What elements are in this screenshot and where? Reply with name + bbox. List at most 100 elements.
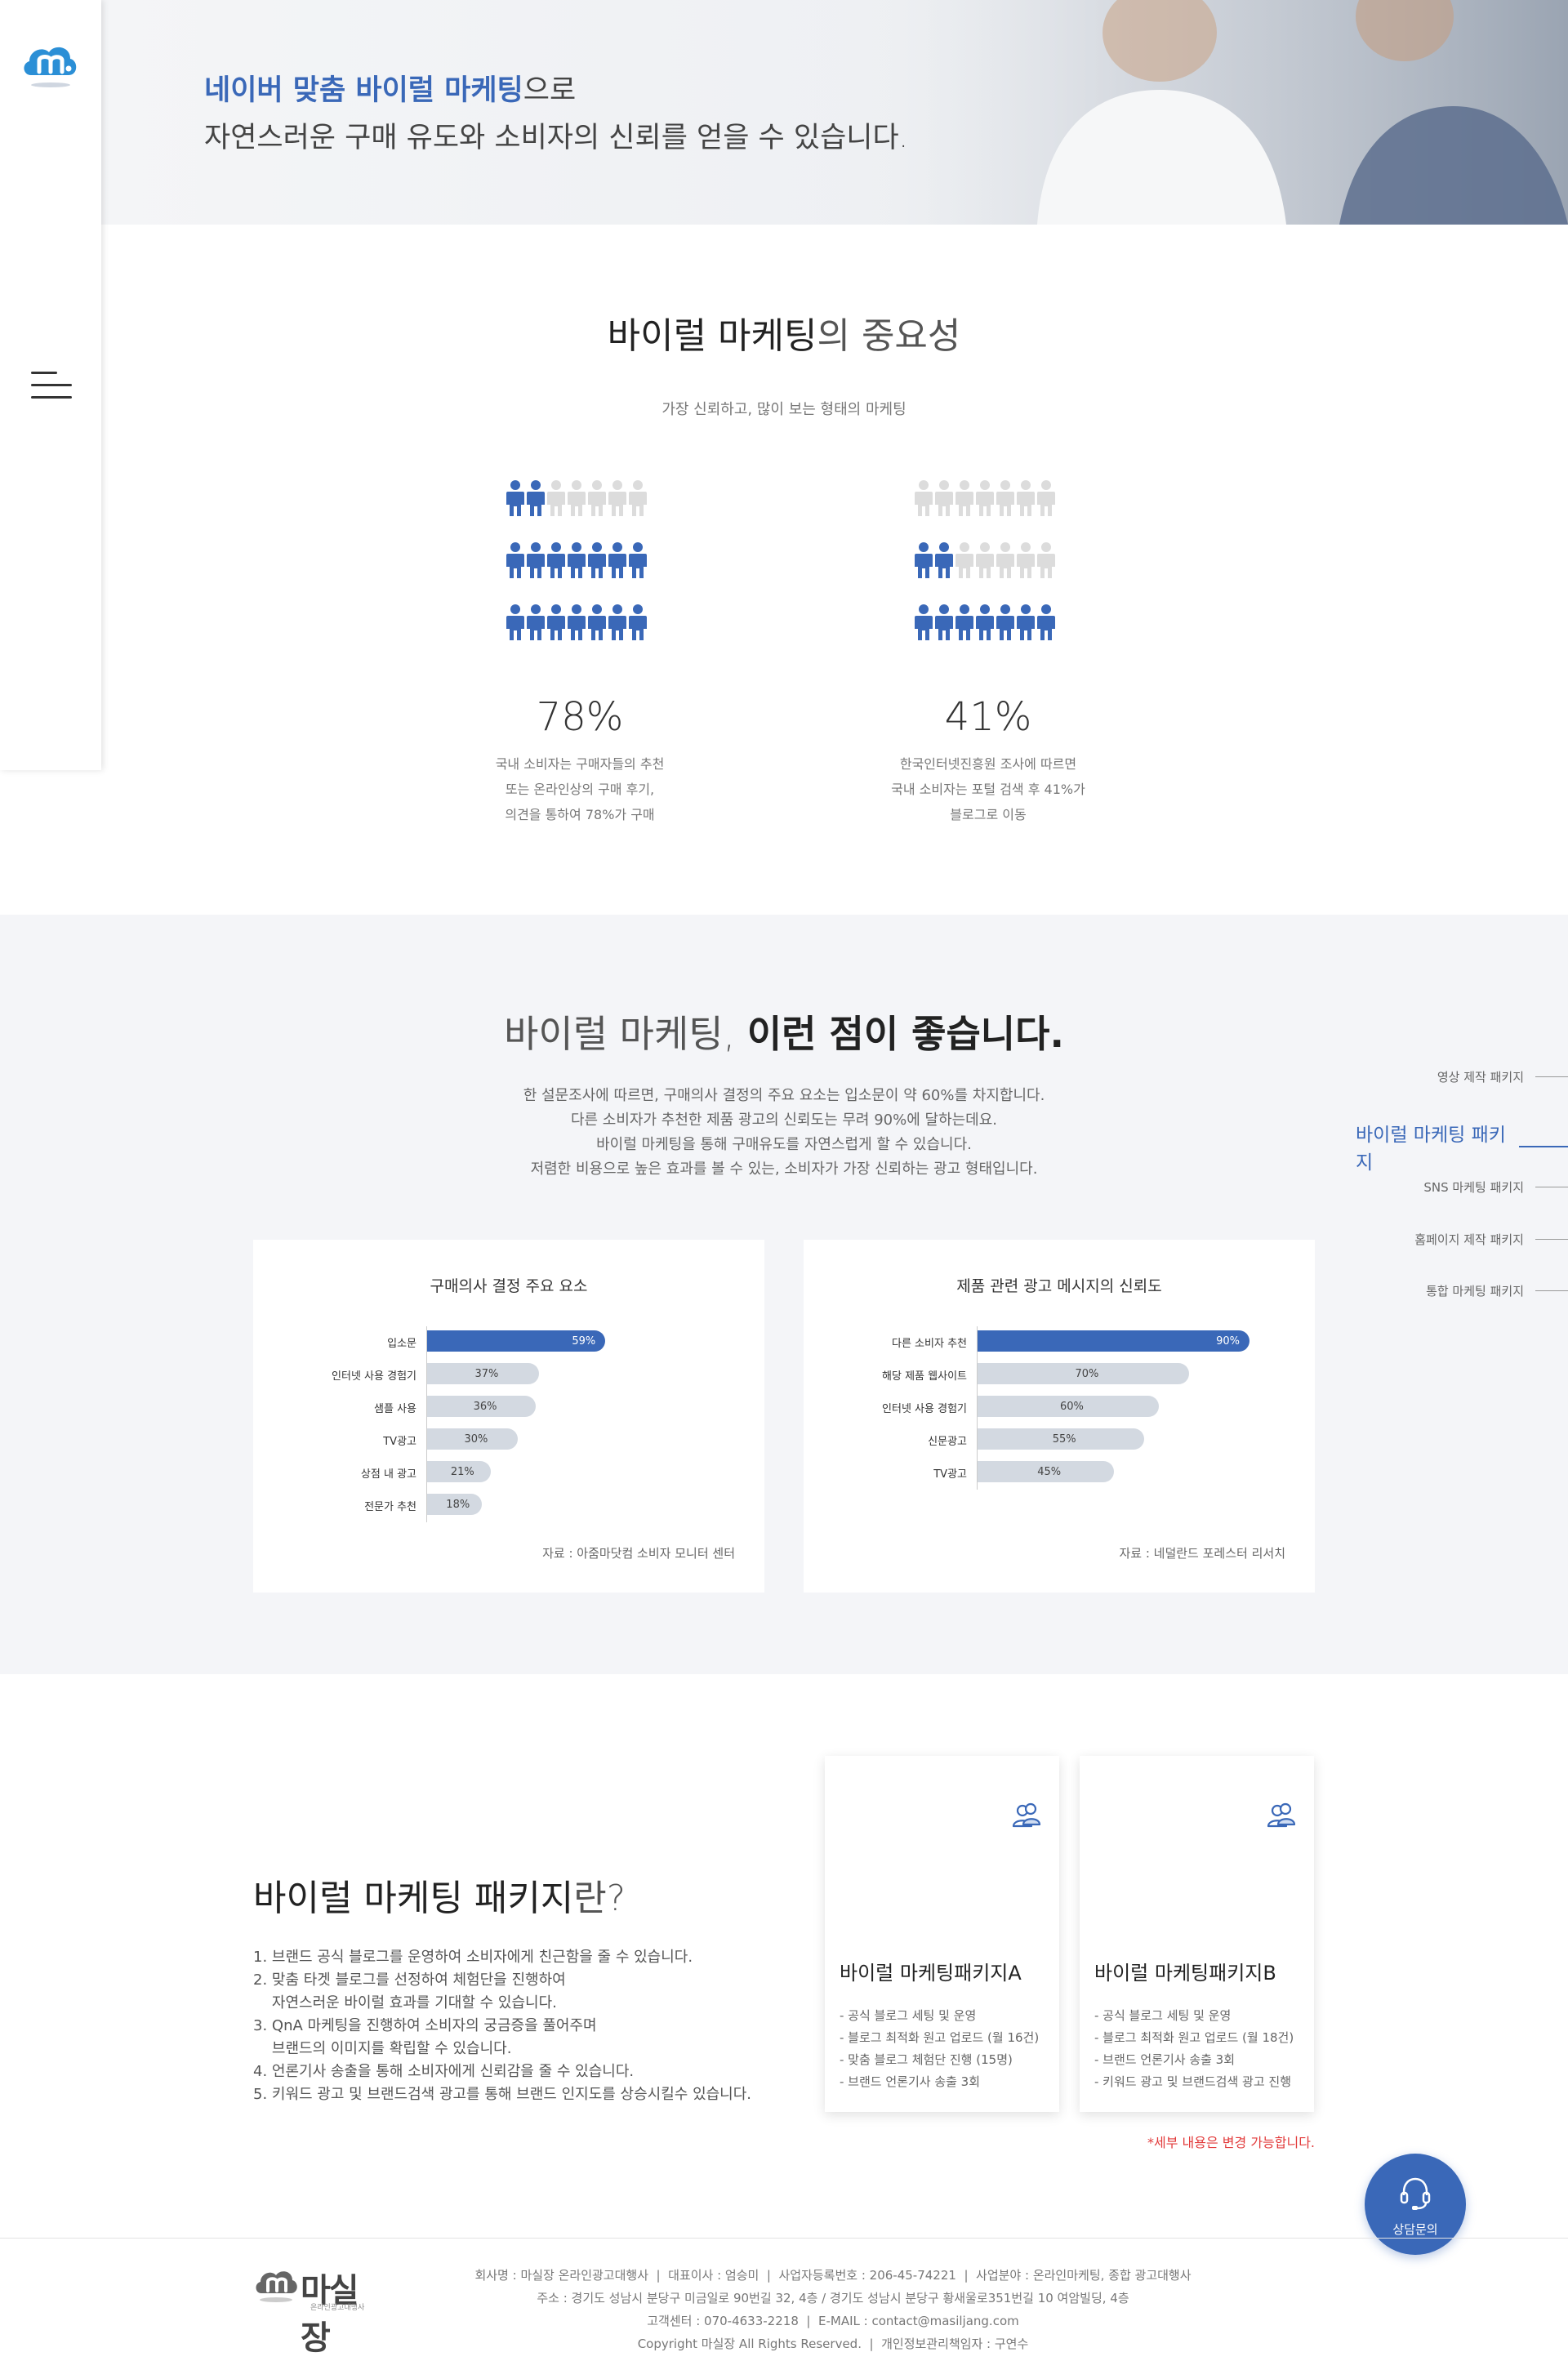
list-item: 자연스러운 바이럴 효과를 기대할 수 있습니다. xyxy=(253,1994,557,2011)
person-icon xyxy=(915,542,933,578)
chart-source: 자료 : 네덜란드 포레스터 리서치 xyxy=(1119,1546,1285,1561)
bar: 55% xyxy=(978,1428,1144,1450)
bar: 21% xyxy=(427,1461,491,1482)
hero-line1-rest: 으로 xyxy=(523,74,577,107)
person-icon xyxy=(1017,604,1035,640)
stat-desc-line: 국내 소비자는 구매자들의 추천 xyxy=(495,756,665,772)
person-icon xyxy=(547,480,565,516)
list-item: 4. 언론기사 송출을 통해 소비자에게 신뢰감을 줄 수 있습니다. xyxy=(253,2063,635,2080)
bar-row: 해당 제품 웹사이트 xyxy=(804,1362,977,1385)
users-icon xyxy=(1012,1802,1041,1828)
bar: 37% xyxy=(427,1363,539,1384)
benefits-desc-line: 다른 소비자가 추천한 제품 광고의 신뢰도는 무려 90%에 달하는데요. xyxy=(570,1112,998,1129)
benefits-desc-line: 한 설문조사에 따르면, 구매의사 결정의 주요 요소는 입소문이 약 60%를… xyxy=(523,1087,1045,1104)
person-icon xyxy=(1017,542,1035,578)
bar-row: 신문광고 xyxy=(804,1428,977,1450)
bar-value-label: 90% xyxy=(1216,1335,1240,1348)
bar-value-label: 45% xyxy=(1037,1466,1062,1478)
person-icon xyxy=(996,542,1014,578)
person-icon xyxy=(547,604,565,640)
bar: 60% xyxy=(978,1396,1159,1417)
person-icon xyxy=(1037,604,1055,640)
bar-label: TV광고 xyxy=(383,1436,416,1448)
nav-label: 통합 마케팅 패키지 xyxy=(1426,1284,1524,1299)
package-title-light: 란? xyxy=(573,1878,626,1919)
users-icon xyxy=(1267,1802,1296,1828)
nav-video-package[interactable]: 영상 제작 패키지 xyxy=(1437,1068,1568,1085)
bar: 45% xyxy=(978,1461,1114,1482)
person-icon xyxy=(608,542,626,578)
stat-desc-line: 의견을 통하여 78%가 구매 xyxy=(505,807,655,822)
bar-label: 다른 소비자 추천 xyxy=(892,1338,967,1350)
package-item: - 공식 블로그 세팅 및 운영 xyxy=(1094,2008,1232,2023)
nav-viral-package[interactable]: 바이럴 마케팅 패키지 xyxy=(1356,1119,1568,1174)
person-icon xyxy=(915,604,933,640)
bar-row: 전문가 추천 xyxy=(253,1493,426,1516)
bar-label: TV광고 xyxy=(933,1468,967,1481)
hero-headline: 네이버 맞춤 바이럴 마케팅으로 자연스러운 구매 유도와 소비자의 신뢰를 얻… xyxy=(204,67,908,162)
chart-card-purchase-factors: 구매의사 결정 주요 요소 입소문 59% 인터넷 사용 경험기 37% 샘플 사용 36… xyxy=(253,1240,764,1593)
package-item: - 블로그 최적화 원고 업로드 (월 16건) xyxy=(840,2030,1040,2045)
bar-label: 전문가 추천 xyxy=(364,1501,416,1513)
headset-icon xyxy=(1400,2177,1431,2210)
person-icon xyxy=(1037,542,1055,578)
consult-button[interactable]: 상담문의 xyxy=(1365,2154,1466,2255)
package-title: 바이럴 마케팅 패키지란? xyxy=(253,1869,626,1921)
bar-row: 상점 내 광고 xyxy=(253,1460,426,1483)
chart-source: 자료 : 아줌마닷컴 소비자 모니터 센터 xyxy=(542,1546,735,1561)
nav-sns-package[interactable]: SNS 마케팅 패키지 xyxy=(1423,1178,1568,1196)
benefits-desc-line: 바이럴 마케팅을 통해 구매유도를 자연스럽게 할 수 있습니다. xyxy=(596,1136,972,1153)
benefits-title: 바이럴 마케팅, 이런 점이 좋습니다. xyxy=(0,1005,1568,1058)
footer-copyright: Copyright 마실장 All Rights Reserved. | 개인정… xyxy=(637,2337,1029,2351)
person-icon xyxy=(956,542,973,578)
person-icon xyxy=(976,480,994,516)
person-icon xyxy=(568,604,586,640)
benefits-description: 한 설문조사에 따르면, 구매의사 결정의 주요 요소는 입소문이 약 60%를… xyxy=(0,1084,1568,1182)
bar-value-label: 36% xyxy=(473,1401,497,1413)
package-card-a[interactable]: 바이럴 마케팅패키지A - 공식 블로그 세팅 및 운영 - 블로그 최적화 원… xyxy=(825,1756,1059,2112)
bar: 59% xyxy=(427,1330,606,1352)
list-item: 5. 키워드 광고 및 브랜드검색 광고를 통해 브랜드 인지도를 상승시킬수 … xyxy=(253,2086,752,2103)
nav-label: 영상 제작 패키지 xyxy=(1437,1070,1524,1085)
site-logo-icon[interactable] xyxy=(20,39,82,90)
stat-desc-line: 또는 온라인상의 구매 후기, xyxy=(505,782,655,797)
nav-label: SNS 마케팅 패키지 xyxy=(1423,1180,1524,1195)
package-title-bold: 바이럴 마케팅 패키지 xyxy=(253,1878,574,1919)
person-icon xyxy=(629,604,647,640)
nav-homepage-package[interactable]: 홈페이지 제작 패키지 xyxy=(1414,1231,1568,1248)
bar: 90% xyxy=(978,1330,1250,1352)
footer-info: 회사명 : 마실장 온라인광고대행사 | 대표이사 : 엄승미 | 사업자등록번… xyxy=(0,2264,1568,2355)
importance-title-light: 의 중요성 xyxy=(817,315,961,357)
footer-address: 주소 : 경기도 성남시 분당구 미금일로 90번길 32, 4층 / 경기도 … xyxy=(537,2291,1129,2305)
bar-value-label: 30% xyxy=(464,1433,488,1446)
list-item: 브랜드의 이미지를 확립할 수 있습니다. xyxy=(253,2040,512,2057)
person-icon xyxy=(935,604,953,640)
list-item: 1. 브랜드 공식 블로그를 운영하여 소비자에게 친근함을 줄 수 있습니다. xyxy=(253,1949,693,1966)
consult-label: 상담문의 xyxy=(1392,2222,1438,2237)
bar-row: 인터넷 사용 경험기 xyxy=(253,1362,426,1385)
nav-integrated-package[interactable]: 통합 마케팅 패키지 xyxy=(1426,1282,1568,1299)
person-icon xyxy=(1037,480,1055,516)
person-icon xyxy=(506,480,524,516)
menu-hamburger-icon[interactable] xyxy=(31,372,72,399)
person-icon xyxy=(568,480,586,516)
person-icon xyxy=(935,542,953,578)
bar: 36% xyxy=(427,1396,537,1417)
stat-desc: 한국인터넷진흥원 조사에 따르면 국내 소비자는 포털 검색 후 41%가 블로… xyxy=(849,751,1127,827)
package-items: - 공식 블로그 세팅 및 운영 - 블로그 최적화 원고 업로드 (월 18건… xyxy=(1094,2005,1294,2093)
bar-value-label: 59% xyxy=(572,1335,596,1348)
package-item: - 맞춤 블로그 체험단 진행 (15명) xyxy=(840,2052,1013,2067)
bar: 18% xyxy=(427,1494,482,1515)
hero-banner: 네이버 맞춤 바이럴 마케팅으로 자연스러운 구매 유도와 소비자의 신뢰를 얻… xyxy=(101,0,1568,225)
package-note: *세부 내용은 변경 가능합니다. xyxy=(1147,2135,1315,2150)
package-card-b[interactable]: 바이럴 마케팅패키지B - 공식 블로그 세팅 및 운영 - 블로그 최적화 원… xyxy=(1080,1756,1314,2112)
benefits-title-bold: 이런 점이 좋습니다. xyxy=(746,1012,1064,1056)
person-icon xyxy=(527,542,545,578)
nav-label: 바이럴 마케팅 패키지 xyxy=(1356,1125,1506,1174)
person-icon xyxy=(588,604,606,640)
hero-highlight: 네이버 맞춤 바이럴 마케팅 xyxy=(204,74,523,107)
stat-41: 41% 한국인터넷진흥원 조사에 따르면 국내 소비자는 포털 검색 후 41%… xyxy=(849,694,1127,827)
person-icon xyxy=(1017,480,1035,516)
stat-desc-line: 블로그로 이동 xyxy=(950,807,1027,822)
importance-subtitle: 가장 신뢰하고, 많이 보는 형태의 마케팅 xyxy=(662,401,906,418)
